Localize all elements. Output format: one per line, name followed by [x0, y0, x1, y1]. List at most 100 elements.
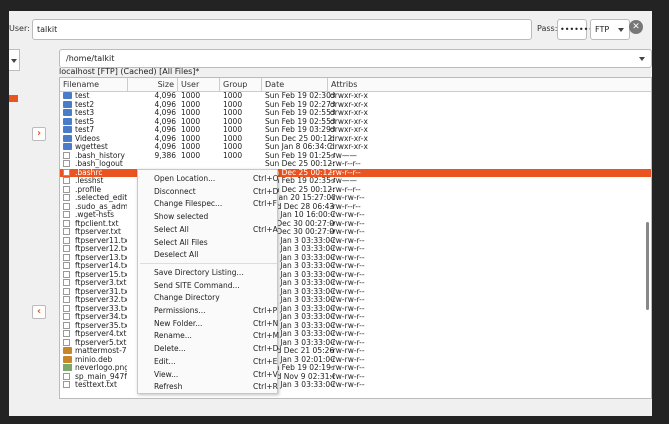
- menu-item-save-directory-listing[interactable]: Save Directory Listing...: [138, 266, 279, 279]
- menu-item-view[interactable]: View... Ctrl+V: [138, 368, 279, 381]
- cell-attribs: -rw-rw-r--: [330, 338, 365, 347]
- menu-item-select-all-files[interactable]: Select All Files: [138, 236, 279, 249]
- vertical-scrollbar[interactable]: [646, 222, 649, 310]
- cell-filename: .lesshst: [75, 177, 104, 185]
- remote-path-dropdown[interactable]: /home/talkit: [59, 49, 652, 68]
- cell-date: Sun Feb 19 02:27:C: [265, 100, 335, 109]
- cell-attribs: -rw-r--r--: [330, 202, 361, 211]
- menu-item-show-selected[interactable]: Show selected: [138, 210, 279, 223]
- menu-item-new-folder[interactable]: New Folder... Ctrl+N: [138, 317, 279, 330]
- cell-size: 4,096: [154, 143, 176, 151]
- cell-date: Sun Feb 19 01:25:C: [265, 151, 335, 160]
- cell-filename: minio.deb: [75, 355, 113, 364]
- table-row[interactable]: .bash_history 9,386 1000 1000 Sun Feb 19 01:…: [60, 151, 651, 161]
- cell-filename: .sudo_as_admi: [75, 202, 127, 211]
- cell-filename: .bashrc: [75, 168, 103, 177]
- column-header-size[interactable]: Size: [128, 78, 178, 92]
- menu-item-edit[interactable]: Edit... Ctrl+E: [138, 355, 279, 368]
- cell-date: Sun Jan 8 06:34:C: [265, 143, 333, 151]
- password-field[interactable]: •••••••: [557, 19, 593, 40]
- table-row[interactable]: wgettest 4,096 1000 1000 Sun Jan 8 06:34:C dr…: [60, 143, 651, 152]
- transfer-left-button[interactable]: ‹: [32, 305, 46, 319]
- cell-attribs: -rw-rw-r--: [330, 219, 365, 228]
- context-menu: Open Location... Ctrl+O Disconnect Ctrl+D Ch…: [137, 169, 279, 394]
- protocol-select[interactable]: FTP: [590, 19, 630, 40]
- app-window: User: talkit Pass: ••••••• FTP ✕ › ‹ /ho…: [9, 11, 652, 416]
- cell-filename: .profile: [75, 185, 102, 194]
- table-row[interactable]: test3 4,096 1000 1000 Sun Feb 19 02:55:C drwx…: [60, 109, 651, 118]
- menu-item-rename[interactable]: Rename... Ctrl+M: [138, 329, 279, 342]
- cell-attribs: -rw-r--r--: [330, 168, 361, 177]
- cell-filename: ftpserver.txt: [75, 228, 121, 236]
- cell-filename: mattermost-7.5: [75, 347, 127, 355]
- cell-attribs: -rw-rw-r--: [330, 321, 365, 330]
- menu-item-deselect-all[interactable]: Deselect All: [138, 248, 279, 261]
- cell-date: Sun Feb 19 03:29:C: [265, 126, 335, 134]
- menu-item-label: Open Location...: [154, 174, 216, 183]
- menu-item-send-site-command[interactable]: Send SITE Command...: [138, 279, 279, 292]
- cell-filename: neverlogo.png: [75, 364, 127, 372]
- cell-attribs: -rw-rw-r--: [330, 296, 365, 304]
- cell-attribs: drwxr-xr-x: [330, 117, 368, 126]
- menu-item-shortcut: Ctrl+D: [253, 186, 279, 196]
- cell-attribs: -rw-rw-r--: [330, 287, 365, 296]
- transfer-right-button[interactable]: ›: [32, 127, 46, 141]
- menu-item-open-location[interactable]: Open Location... Ctrl+O: [138, 172, 279, 185]
- menu-item-label: Select All Files: [154, 237, 208, 247]
- file-icon: [63, 338, 70, 346]
- cell-attribs: -rw-rw-r--: [330, 236, 365, 245]
- menu-item-label: Rename...: [154, 331, 192, 341]
- table-row[interactable]: Videos 4,096 1000 1000 Sun Dec 25 00:12:C drw…: [60, 134, 651, 144]
- table-row[interactable]: test 4,096 1000 1000 Sun Feb 19 02:30:C drwxr…: [60, 92, 651, 101]
- menu-item-change-filespec[interactable]: Change Filespec... Ctrl+F: [138, 197, 279, 210]
- local-selected-row[interactable]: [9, 95, 18, 102]
- menu-item-permissions[interactable]: Permissions... Ctrl+P: [138, 304, 279, 317]
- menu-item-label: Send SITE Command...: [154, 280, 240, 290]
- menu-item-label: Show selected: [154, 212, 209, 222]
- cell-filename: Videos: [75, 134, 100, 143]
- column-header-group[interactable]: Group: [220, 78, 262, 92]
- column-header-date[interactable]: Date: [262, 78, 328, 92]
- cell-attribs: -rw-rw-r--: [330, 304, 365, 313]
- menu-item-disconnect[interactable]: Disconnect Ctrl+D: [138, 185, 279, 198]
- cell-filename: testtext.txt: [75, 381, 117, 389]
- table-row[interactable]: test5 4,096 1000 1000 Sun Feb 19 02:55:C drwx…: [60, 117, 651, 127]
- column-header-attribs[interactable]: Attribs: [328, 78, 651, 92]
- cell-group: 1000: [223, 143, 243, 151]
- file-icon: [63, 330, 70, 337]
- cell-size: 4,096: [154, 126, 176, 134]
- menu-item-label: Disconnect: [154, 186, 196, 196]
- cell-size: 4,096: [154, 117, 176, 126]
- cell-group: 1000: [223, 117, 243, 126]
- table-row[interactable]: test7 4,096 1000 1000 Sun Feb 19 03:29:C drwx…: [60, 126, 651, 135]
- menu-item-shortcut: Ctrl+N: [253, 318, 279, 328]
- cell-size: 4,096: [154, 92, 176, 100]
- local-path-dropdown[interactable]: [9, 49, 20, 71]
- cell-user: 1000: [181, 126, 201, 134]
- table-row[interactable]: .bash_logout Sun Dec 25 00:12:C -rw-r--r--: [60, 160, 651, 169]
- remote-status: localhost [FTP] (Cached) [All Files]*: [59, 67, 200, 76]
- column-header-user[interactable]: User: [178, 78, 220, 92]
- menu-item-shortcut: Ctrl+V: [253, 369, 278, 379]
- table-row[interactable]: test2 4,096 1000 1000 Sun Feb 19 02:27:C drwx…: [60, 100, 651, 110]
- user-field[interactable]: talkit: [32, 19, 532, 40]
- file-icon: [63, 372, 70, 380]
- column-header-filename[interactable]: Filename: [60, 78, 128, 92]
- close-icon[interactable]: ✕: [629, 20, 643, 34]
- cell-size: 4,096: [154, 134, 176, 143]
- cell-group: 1000: [223, 92, 243, 100]
- menu-item-delete[interactable]: Delete... Ctrl+D: [138, 342, 279, 355]
- file-icon: [63, 321, 70, 329]
- menu-item-label: New Folder...: [154, 318, 203, 328]
- menu-item-label: Save Directory Listing...: [154, 267, 244, 277]
- file-icon: [63, 160, 70, 167]
- menu-item-change-directory[interactable]: Change Directory: [138, 291, 279, 304]
- menu-item-refresh[interactable]: Refresh Ctrl+R: [138, 380, 279, 393]
- cell-filename: ftpserver31.txt: [75, 287, 127, 296]
- menu-item-shortcut: Ctrl+F: [253, 199, 277, 209]
- cell-group: 1000: [223, 126, 243, 134]
- cell-attribs: -rw-rw-r--: [330, 194, 365, 202]
- cell-filename: ftpserver14.txt: [75, 262, 127, 270]
- menu-item-select-all[interactable]: Select All Ctrl+A: [138, 223, 279, 236]
- chevron-down-icon: [639, 57, 645, 61]
